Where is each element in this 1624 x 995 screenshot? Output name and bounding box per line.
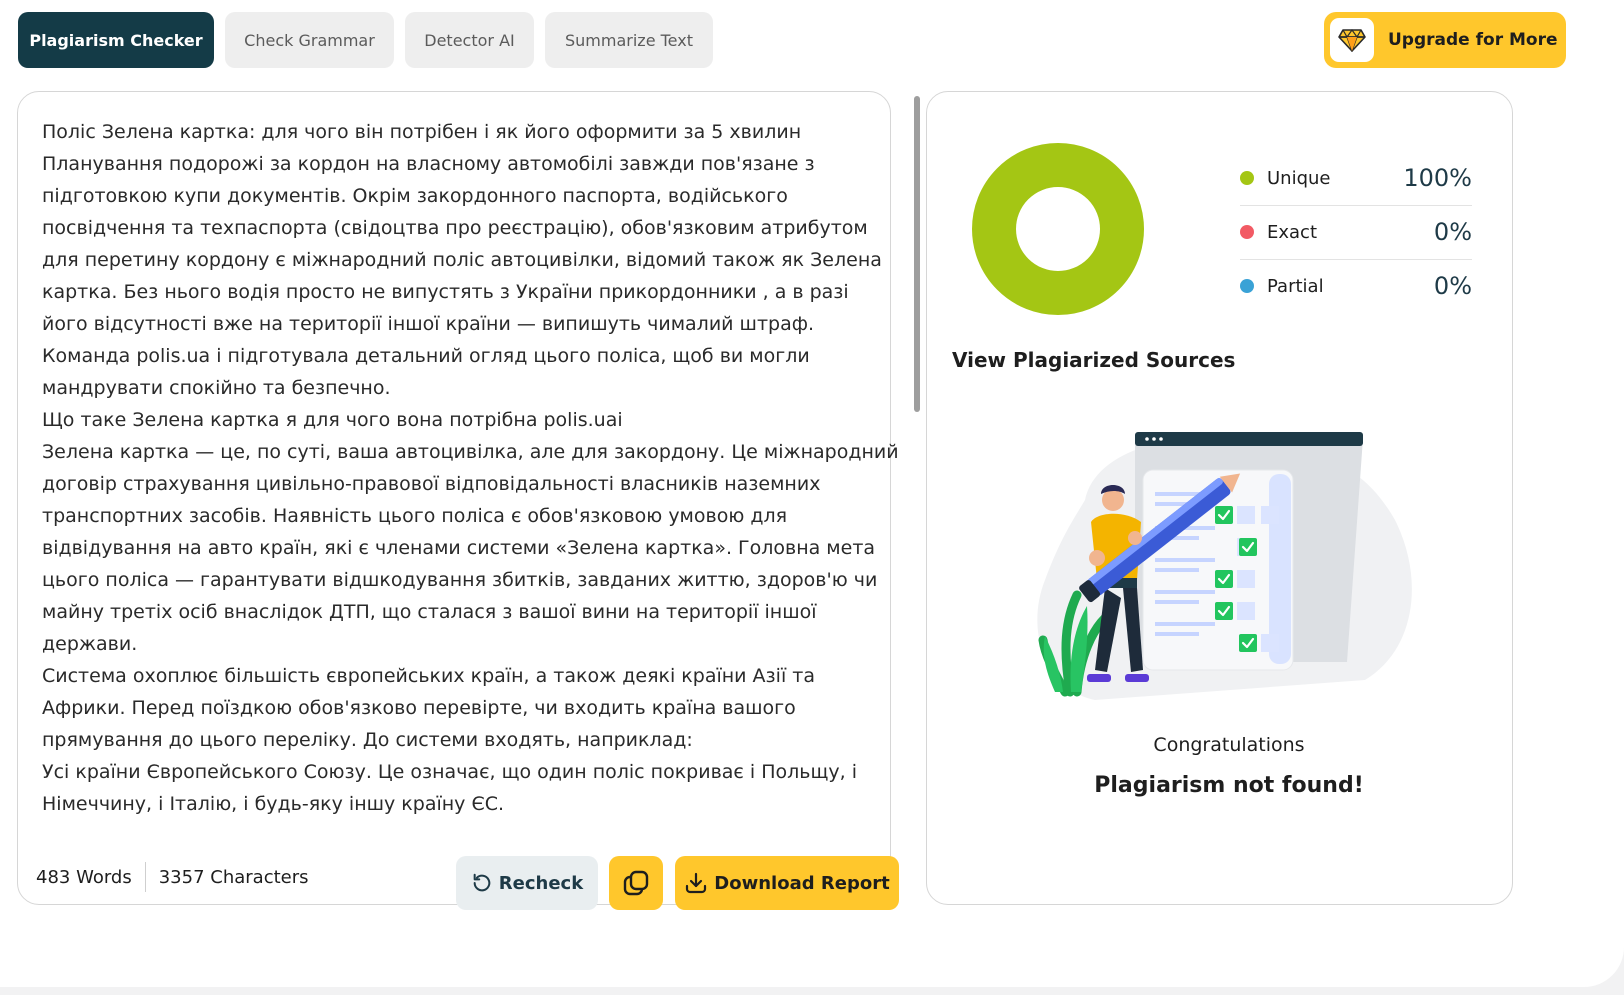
diamond-icon [1330,18,1374,62]
congratulations-text: Congratulations [1153,734,1305,756]
copy-icon [623,870,649,896]
partial-dot [1240,279,1254,293]
stats-divider [144,862,146,892]
legend-unique: Unique 100% [1240,151,1472,205]
refresh-icon [473,873,491,892]
recheck-button[interactable]: Recheck [456,856,598,910]
legend-unique-label: Unique [1267,167,1331,189]
tab-check-grammar[interactable]: Check Grammar [225,12,394,68]
editor-scrollbar[interactable] [914,96,921,848]
text-editor-card: Поліс Зелена картка: для чого він потріб… [17,91,920,910]
copy-button[interactable] [609,856,663,910]
text-paragraph: Що таке Зелена картка я для чого вона по… [42,409,623,431]
tab-plagiarism-checker[interactable]: Plagiarism Checker [18,12,214,68]
legend-partial: Partial 0% [1240,259,1472,313]
similarity-donut-chart [972,143,1144,315]
text-stats: 483 Words 3357 Characters [36,860,309,894]
tab-detector-ai[interactable]: Detector AI [405,12,534,68]
text-input-area[interactable]: Поліс Зелена картка: для чого він потріб… [42,116,899,838]
legend-partial-label: Partial [1267,275,1324,297]
legend-exact-label: Exact [1267,221,1318,243]
upgrade-button[interactable]: Upgrade for More [1324,12,1566,68]
tab-summarize-text[interactable]: Summarize Text [545,12,713,68]
text-paragraph: Система охоплює більшість європейських к… [42,665,815,751]
exact-dot [1240,225,1254,239]
editor-scrollbar-thumb[interactable] [914,96,920,412]
recheck-label: Recheck [498,872,584,894]
word-count: 483 Words [36,866,132,888]
download-report-label: Download Report [714,872,890,894]
unique-dot [1240,171,1254,185]
text-paragraph: Усі країни Європейського Союзу. Це означ… [42,761,857,815]
donut-segment-unique [972,143,1144,315]
upgrade-label: Upgrade for More [1388,30,1558,50]
text-paragraph: Зелена картка — це, по суті, ваша автоци… [42,441,899,655]
view-plagiarized-sources-link[interactable]: View Plagiarized Sources [952,348,1235,372]
page-background: Plagiarism Checker Check Grammar Detecto… [0,0,1624,987]
text-paragraph: Планування подорожі за кордон на власном… [42,153,882,335]
download-report-button[interactable]: Download Report [675,856,899,910]
legend-partial-value: 0% [1433,272,1472,300]
results-card: Unique 100% Exact 0% Partial 0% View Pla… [926,91,1513,905]
download-icon [686,872,707,894]
character-count: 3357 Characters [158,866,309,888]
text-paragraph: Поліс Зелена картка: для чого він потріб… [42,121,802,143]
legend-exact: Exact 0% [1240,205,1472,259]
text-paragraph: Команда polis.ua і підготувала детальний… [42,345,810,399]
legend-unique-value: 100% [1403,164,1472,192]
legend-exact-value: 0% [1433,218,1472,246]
checklist-illustration [1037,432,1412,700]
plagiarism-result-message: Plagiarism not found! [1094,773,1364,798]
